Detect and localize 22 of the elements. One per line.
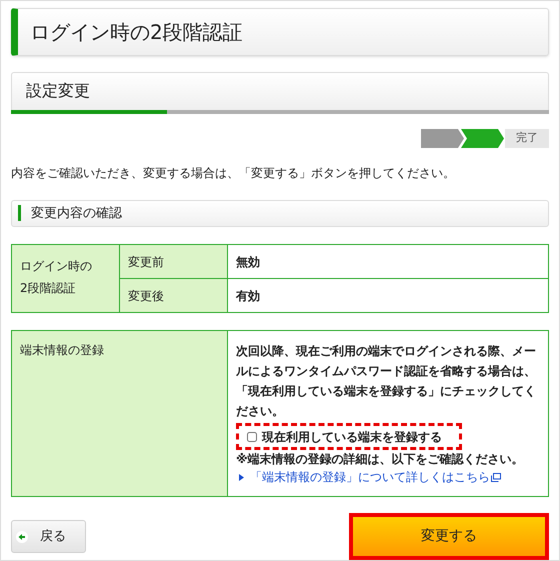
instruction-text: 内容をご確認いただき、変更する場合は、「変更する」ボタンを押してください。 — [11, 164, 456, 182]
row-label: 端末情報の登録 — [12, 330, 228, 497]
description-text: 次回以降、現在ご利用の端末でログインされる際、メールによるワンタイムパスワード認証を省略する場合は、「現在利用している端末を登録する」にチェックしてください。 — [236, 343, 537, 420]
row-header: 変更前 — [120, 244, 228, 279]
register-device-checkbox[interactable]: 現在利用している端末を登録する — [236, 423, 462, 450]
row-header: 変更後 — [120, 278, 228, 313]
submit-button[interactable]: 変更する — [349, 513, 549, 560]
page-title: ログイン時の2段階認証 — [11, 8, 549, 56]
row-label: ログイン時の2段階認証 — [12, 244, 120, 313]
new-window-icon — [491, 472, 501, 482]
details-link[interactable]: 「端末情報の登録」について詳しくはこちら — [250, 468, 490, 486]
note-text: ※端末情報の登録の詳細は、以下をご確認ください。 — [236, 451, 525, 468]
confirm-heading: 変更内容の確認 — [31, 204, 122, 223]
table-cell: 無効 — [228, 244, 548, 279]
section-title: 設定変更 — [26, 80, 90, 102]
checkbox[interactable] — [247, 432, 257, 442]
heading-marker — [18, 205, 21, 222]
table-cell: 有効 — [228, 278, 548, 313]
bullet-icon — [239, 474, 244, 481]
back-arrow-icon — [16, 530, 28, 543]
step-indicator: 完了 — [505, 128, 549, 148]
back-button[interactable]: 戻る — [11, 520, 86, 554]
